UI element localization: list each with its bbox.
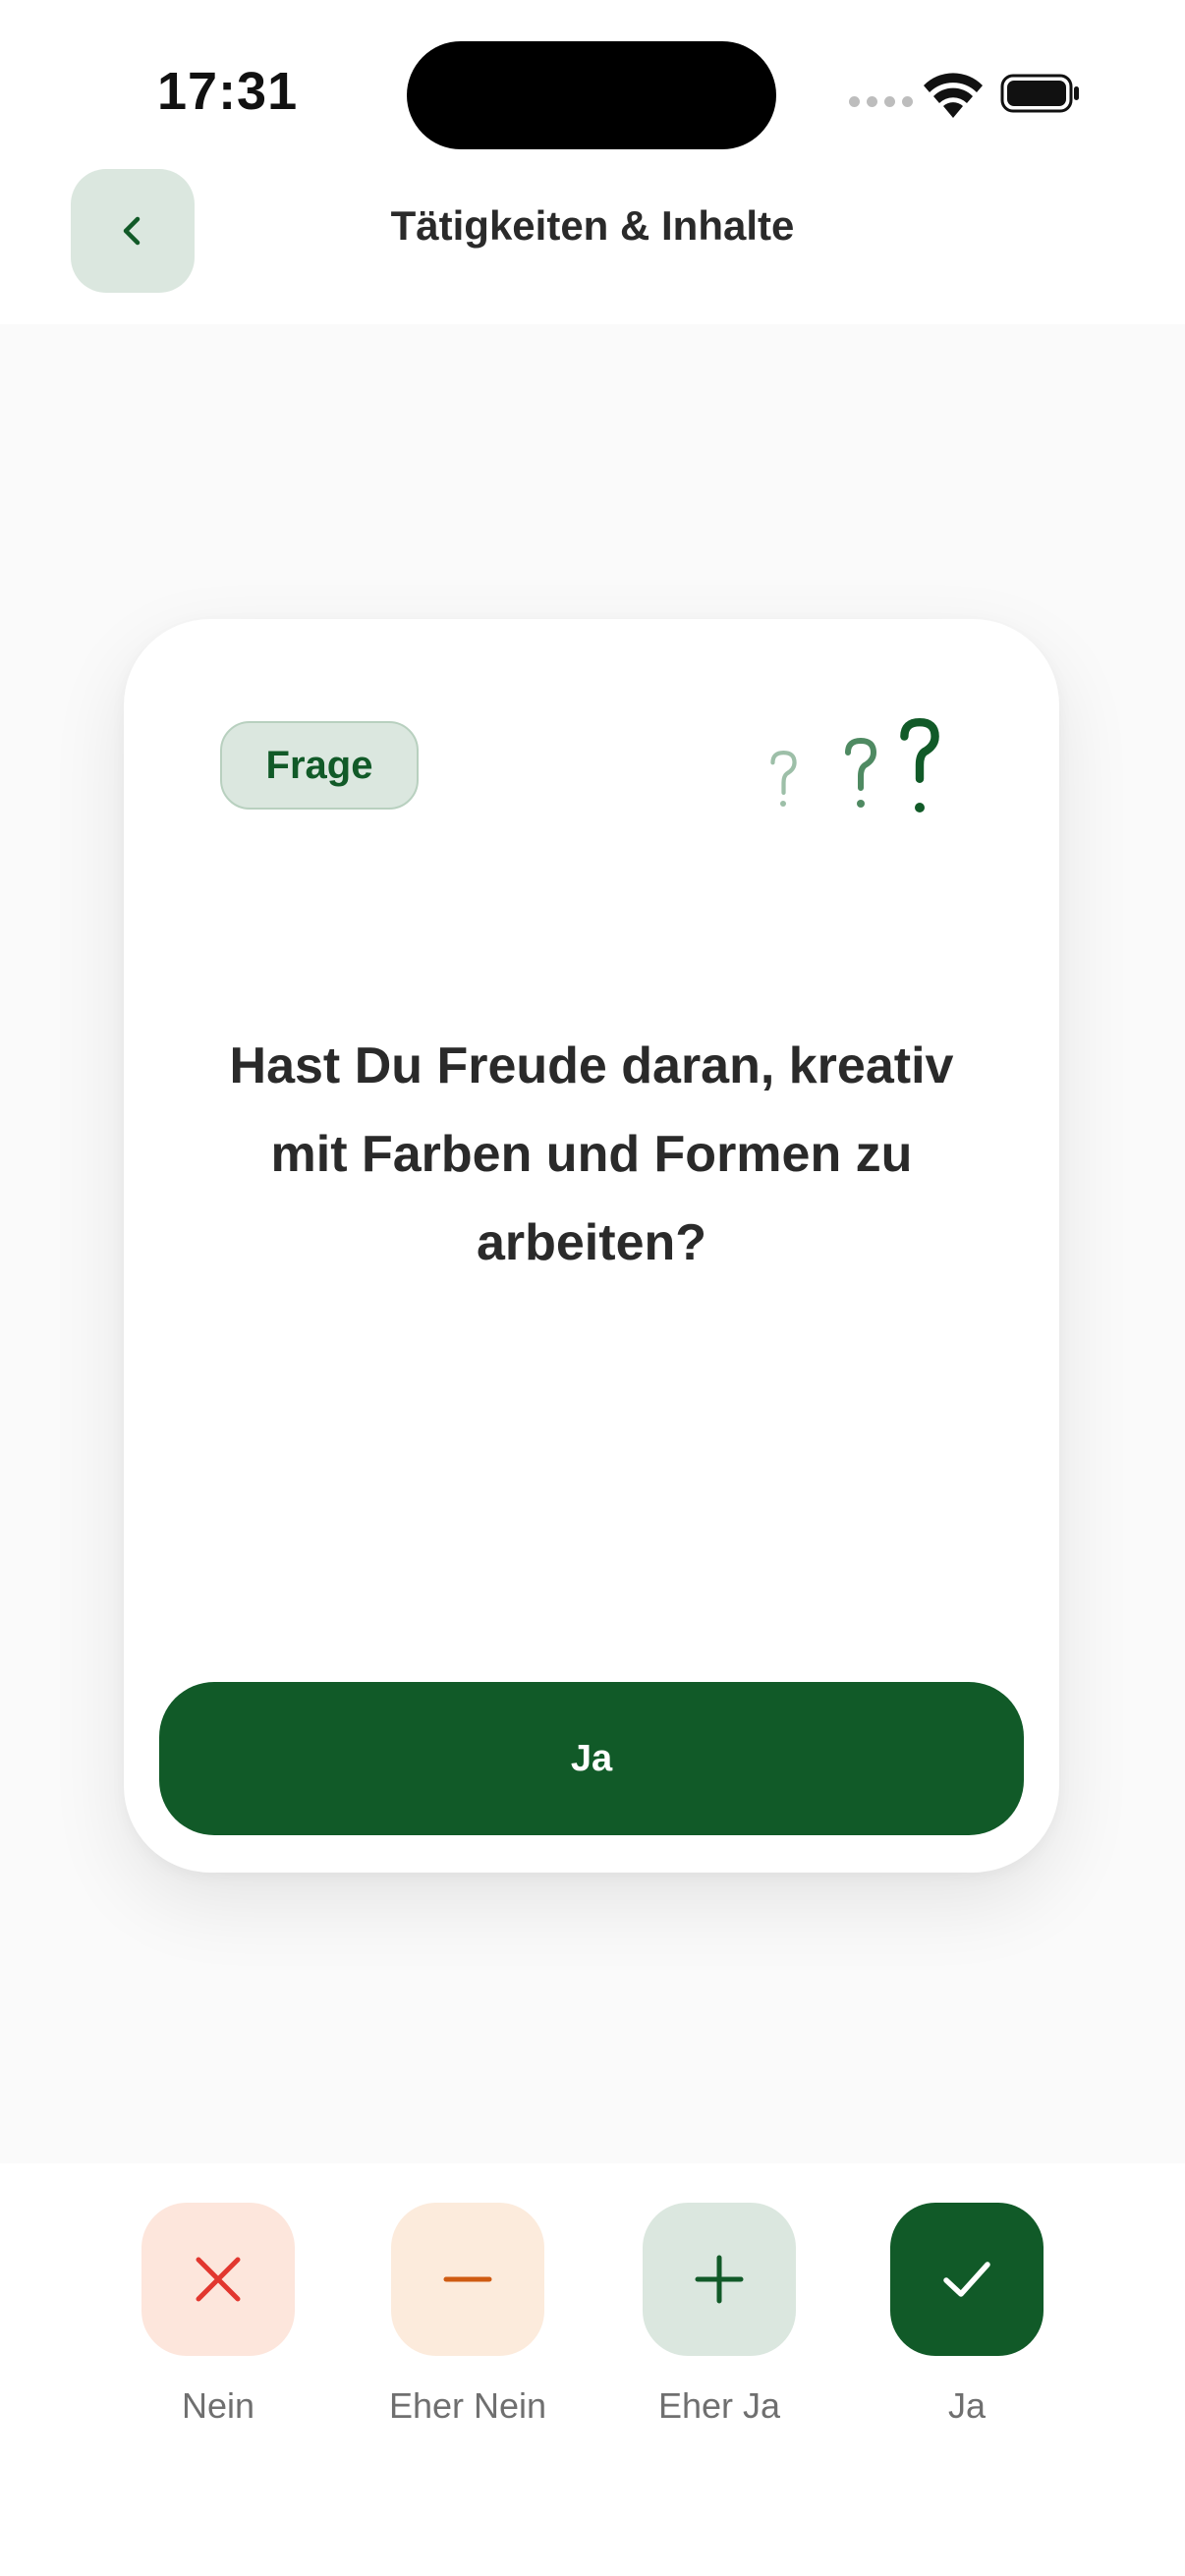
choice-nein[interactable]: Nein <box>120 2203 316 2427</box>
choice-nein-button[interactable] <box>141 2203 295 2356</box>
app-screen: 17:31 Tätigkeiten & Inhalte Frage Hast D… <box>0 0 1185 2576</box>
choice-eher-ja[interactable]: Eher Ja <box>621 2203 818 2427</box>
question-marks-icon <box>770 718 939 812</box>
wifi-icon <box>924 73 983 118</box>
minus-icon <box>443 2276 492 2282</box>
choice-ja[interactable]: Ja <box>869 2203 1065 2427</box>
choice-eher-nein[interactable]: Eher Nein <box>369 2203 566 2427</box>
question-card[interactable]: Frage Hast Du Freude daran, kreativ mit … <box>124 619 1059 1873</box>
status-bar: 17:31 <box>0 0 1185 167</box>
choice-eher-nein-label: Eher Nein <box>388 2385 547 2426</box>
choice-nein-label: Nein <box>181 2385 255 2426</box>
status-time: 17:31 <box>157 62 299 121</box>
check-icon <box>943 2262 990 2297</box>
answer-bar: Nein Eher Nein Eher Ja Ja <box>0 2163 1185 2576</box>
question-area: Frage Hast Du Freude daran, kreativ mit … <box>0 324 1185 2163</box>
top-navigation: Tätigkeiten & Inhalte <box>0 167 1185 324</box>
question-badge: Frage <box>220 721 419 810</box>
plus-icon <box>695 2255 744 2304</box>
signal-dots-icon <box>849 96 913 107</box>
choice-eher-ja-button[interactable] <box>643 2203 796 2356</box>
choice-eher-ja-label: Eher Ja <box>657 2385 781 2426</box>
page-title: Tätigkeiten & Inhalte <box>390 202 795 249</box>
close-icon <box>196 2257 241 2302</box>
choice-eher-nein-button[interactable] <box>391 2203 544 2356</box>
battery-icon <box>1000 74 1079 113</box>
question-text: Hast Du Freude daran, kreativ mit Farben… <box>229 1037 954 1271</box>
dynamic-island <box>407 41 776 149</box>
choice-ja-label: Ja <box>947 2385 987 2426</box>
answer-yes-button[interactable]: Ja <box>159 1682 1024 1835</box>
choice-ja-button[interactable] <box>890 2203 1044 2356</box>
